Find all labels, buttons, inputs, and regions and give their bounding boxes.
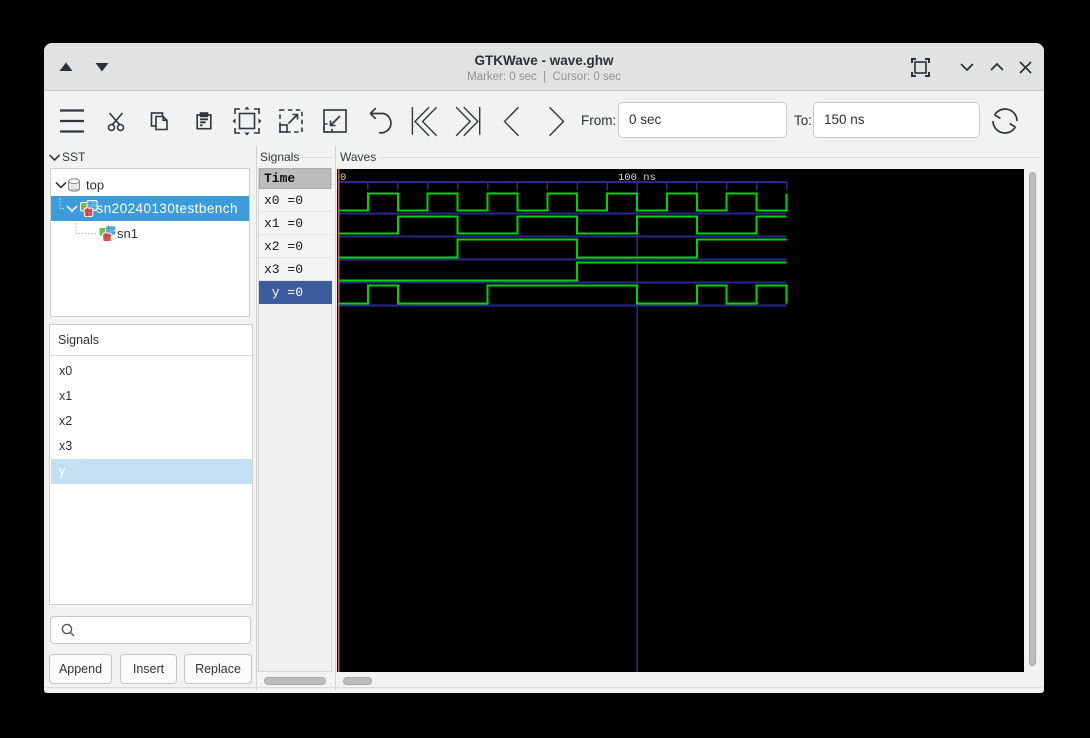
svg-text:sn20240130testbench: sn20240130testbench: [97, 201, 238, 216]
svg-text:top: top: [86, 178, 104, 193]
svg-text:sn1: sn1: [117, 226, 138, 241]
